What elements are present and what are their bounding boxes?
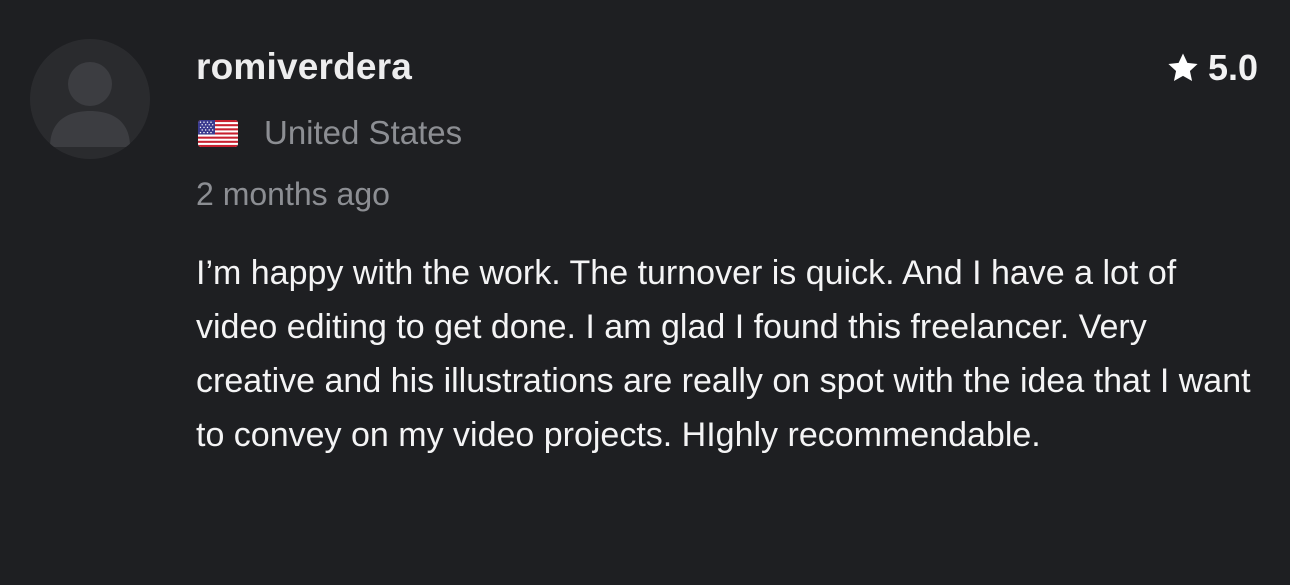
review-timestamp: 2 months ago	[196, 176, 390, 212]
rating: 5.0	[1166, 46, 1258, 90]
username[interactable]: romiverdera	[196, 44, 412, 90]
review-text: I’m happy with the work. The turnover is…	[196, 254, 1251, 454]
country-name: United States	[264, 114, 463, 151]
country-row: United States	[198, 112, 462, 154]
us-flag-icon	[198, 119, 238, 147]
review-card: romiverdera 5.0 United States 2 months a…	[0, 0, 1290, 585]
star-icon	[1166, 51, 1200, 85]
user-placeholder-icon	[30, 39, 150, 159]
rating-value: 5.0	[1207, 47, 1258, 88]
avatar[interactable]	[30, 39, 150, 159]
